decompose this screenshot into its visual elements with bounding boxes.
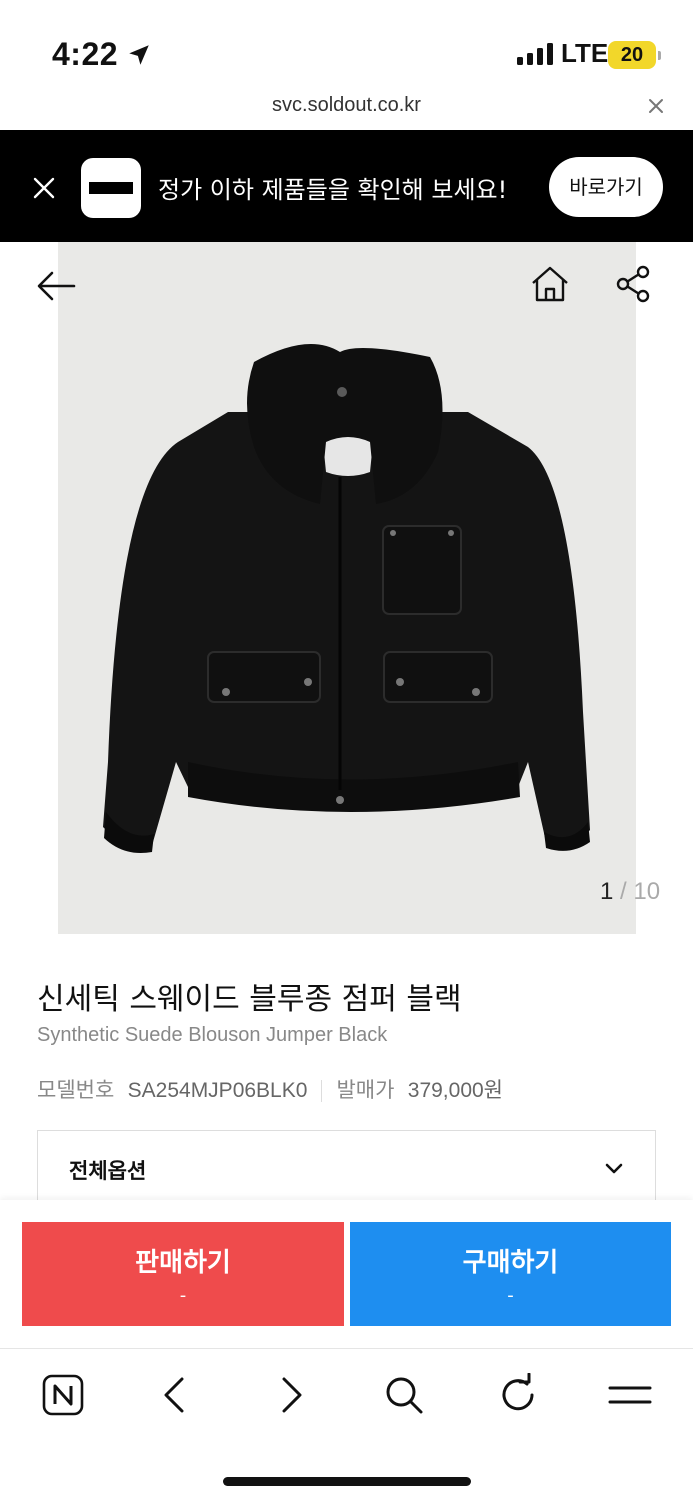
banner-go-button[interactable]: 바로가기 <box>549 157 663 217</box>
location-arrow-icon <box>129 45 149 65</box>
buy-button[interactable]: 구매하기 - <box>350 1222 671 1326</box>
banner-text: 정가 이하 제품들을 확인해 보세요! <box>158 176 508 204</box>
chevron-left-icon[interactable] <box>154 1373 198 1417</box>
buy-price: - <box>507 1285 514 1306</box>
jacket-illustration <box>103 344 590 854</box>
meta-divider <box>321 1080 323 1102</box>
url-bar[interactable]: svc.soldout.co.kr <box>0 88 693 130</box>
options-select[interactable]: 전체옵션 <box>37 1130 656 1210</box>
network-type: LTE <box>561 38 609 68</box>
product-gallery[interactable]: 1 / 10 <box>0 242 693 934</box>
model-label: 모델번호 <box>37 1078 115 1102</box>
close-icon[interactable] <box>30 174 58 202</box>
refresh-icon[interactable] <box>496 1373 540 1417</box>
battery-indicator: 20 <box>608 41 661 69</box>
product-name-en: Synthetic Suede Blouson Jumper Black <box>37 1024 388 1046</box>
back-arrow-icon[interactable] <box>34 264 78 308</box>
price-value: 379,000원 <box>407 1079 503 1102</box>
counter-total: 10 <box>633 878 661 905</box>
search-icon[interactable] <box>382 1373 426 1417</box>
close-icon[interactable] <box>644 94 668 118</box>
product-photo[interactable] <box>58 242 636 934</box>
price-label: 발매가 <box>336 1078 395 1102</box>
share-icon[interactable] <box>612 262 656 306</box>
signal-bars-icon <box>517 43 553 65</box>
image-counter: 1 / 10 <box>600 878 660 906</box>
home-icon[interactable] <box>528 262 572 306</box>
clock: 4:22 <box>52 36 119 72</box>
chevron-down-icon <box>605 1163 623 1174</box>
sell-label: 판매하기 <box>135 1248 231 1278</box>
naver-n-icon[interactable] <box>41 1373 85 1417</box>
product-name-kr: 신세틱 스웨이드 블루종 점퍼 블랙 <box>37 982 462 1017</box>
browser-toolbar <box>0 1348 693 1500</box>
url-text[interactable]: svc.soldout.co.kr <box>0 94 693 117</box>
action-bar: 판매하기 - 구매하기 - <box>0 1200 693 1348</box>
sell-price: - <box>179 1285 187 1306</box>
status-bar: 4:22 LTE 20 <box>0 0 693 88</box>
promo-banner: 정가 이하 제품들을 확인해 보세요! 바로가기 <box>0 130 693 242</box>
model-value: SA254MJP06BLK0 <box>127 1079 308 1102</box>
product-meta: 모델번호 SA254MJP06BLK0 발매가 379,000원 <box>37 1074 503 1104</box>
soldout-logo-icon <box>81 158 141 218</box>
counter-separator: / <box>613 878 634 905</box>
sell-button[interactable]: 판매하기 - <box>22 1222 344 1326</box>
chevron-right-icon[interactable] <box>268 1373 312 1417</box>
menu-icon[interactable] <box>608 1373 652 1417</box>
buy-label: 구매하기 <box>462 1248 559 1278</box>
home-indicator <box>223 1477 471 1486</box>
counter-current: 1 <box>600 878 614 905</box>
options-label: 전체옵션 <box>69 1159 147 1183</box>
